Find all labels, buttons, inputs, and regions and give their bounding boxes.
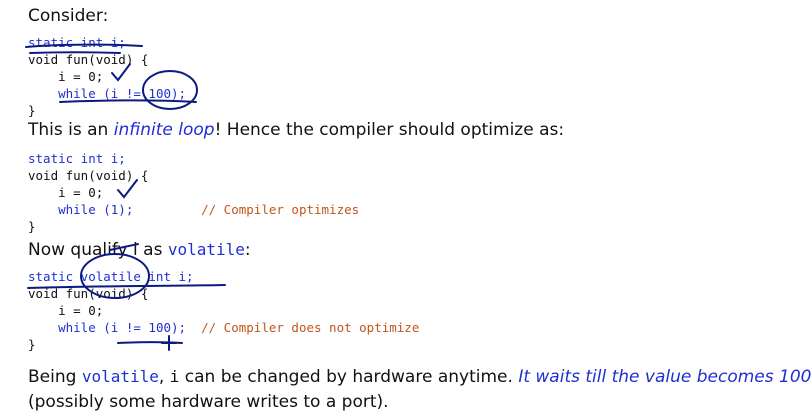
code-line: void fun(void) { [28, 52, 149, 67]
code-line: (1); [95, 202, 134, 217]
text-run: : [244, 240, 251, 260]
code-line: i = 0; [28, 69, 104, 84]
code-line: void fun(void) { [28, 168, 149, 183]
text-run: This is an [28, 120, 114, 140]
paragraph-being-volatile-line2: (possibly some hardware writes to a port… [28, 392, 389, 412]
code-keyword: while [28, 320, 96, 335]
code-line: (i != 100); [95, 86, 187, 101]
code-line: i = 0; [28, 185, 104, 200]
variable-i: i [169, 367, 180, 386]
code-keyword: while [28, 202, 96, 217]
keyword-volatile: volatile [167, 240, 245, 259]
emphasis-infinite-loop: infinite loop [113, 120, 215, 140]
paragraph-being-volatile: Being volatile, i can be changed by hard… [28, 367, 811, 387]
code-padding [186, 320, 201, 335]
intro-text: Consider: [28, 6, 109, 26]
keyword-volatile: volatile [81, 367, 159, 386]
text-run: ! Hence the compiler should optimize as: [214, 120, 565, 140]
code-comment: // Compiler optimizes [201, 202, 360, 217]
text-run: as [137, 240, 168, 260]
code-block-optimized: static int i; void fun(void) { i = 0; wh… [28, 150, 359, 235]
code-block-volatile: static volatile int i; void fun(void) { … [28, 268, 419, 353]
code-line: static int i; [28, 151, 126, 166]
code-padding [133, 202, 201, 217]
code-keyword: while [28, 86, 96, 101]
paragraph-qualify-volatile: Now qualify i as volatile: [28, 240, 251, 260]
paragraph-infinite-loop: This is an infinite loop! Hence the comp… [28, 120, 564, 140]
code-line: i = 0; [28, 303, 104, 318]
code-line: (i != 100); [95, 320, 187, 335]
code-line: } [28, 103, 36, 118]
code-block-original: static int i; void fun(void) { i = 0; wh… [28, 34, 186, 119]
slide: Consider: static int i; void fun(void) {… [0, 0, 811, 418]
code-comment: // Compiler does not optimize [201, 320, 420, 335]
text-run: can be changed by hardware anytime. [179, 367, 519, 387]
text-run: , [158, 367, 170, 387]
text-run: Now qualify [28, 240, 134, 260]
code-line: } [28, 219, 36, 234]
text-run: Being [28, 367, 82, 387]
code-line: static volatile int i; [28, 269, 194, 284]
code-line: static int i; [28, 35, 126, 50]
code-line: } [28, 337, 36, 352]
emphasis-waits: It waits till the value becomes 100 [518, 367, 811, 387]
code-line: void fun(void) { [28, 286, 149, 301]
